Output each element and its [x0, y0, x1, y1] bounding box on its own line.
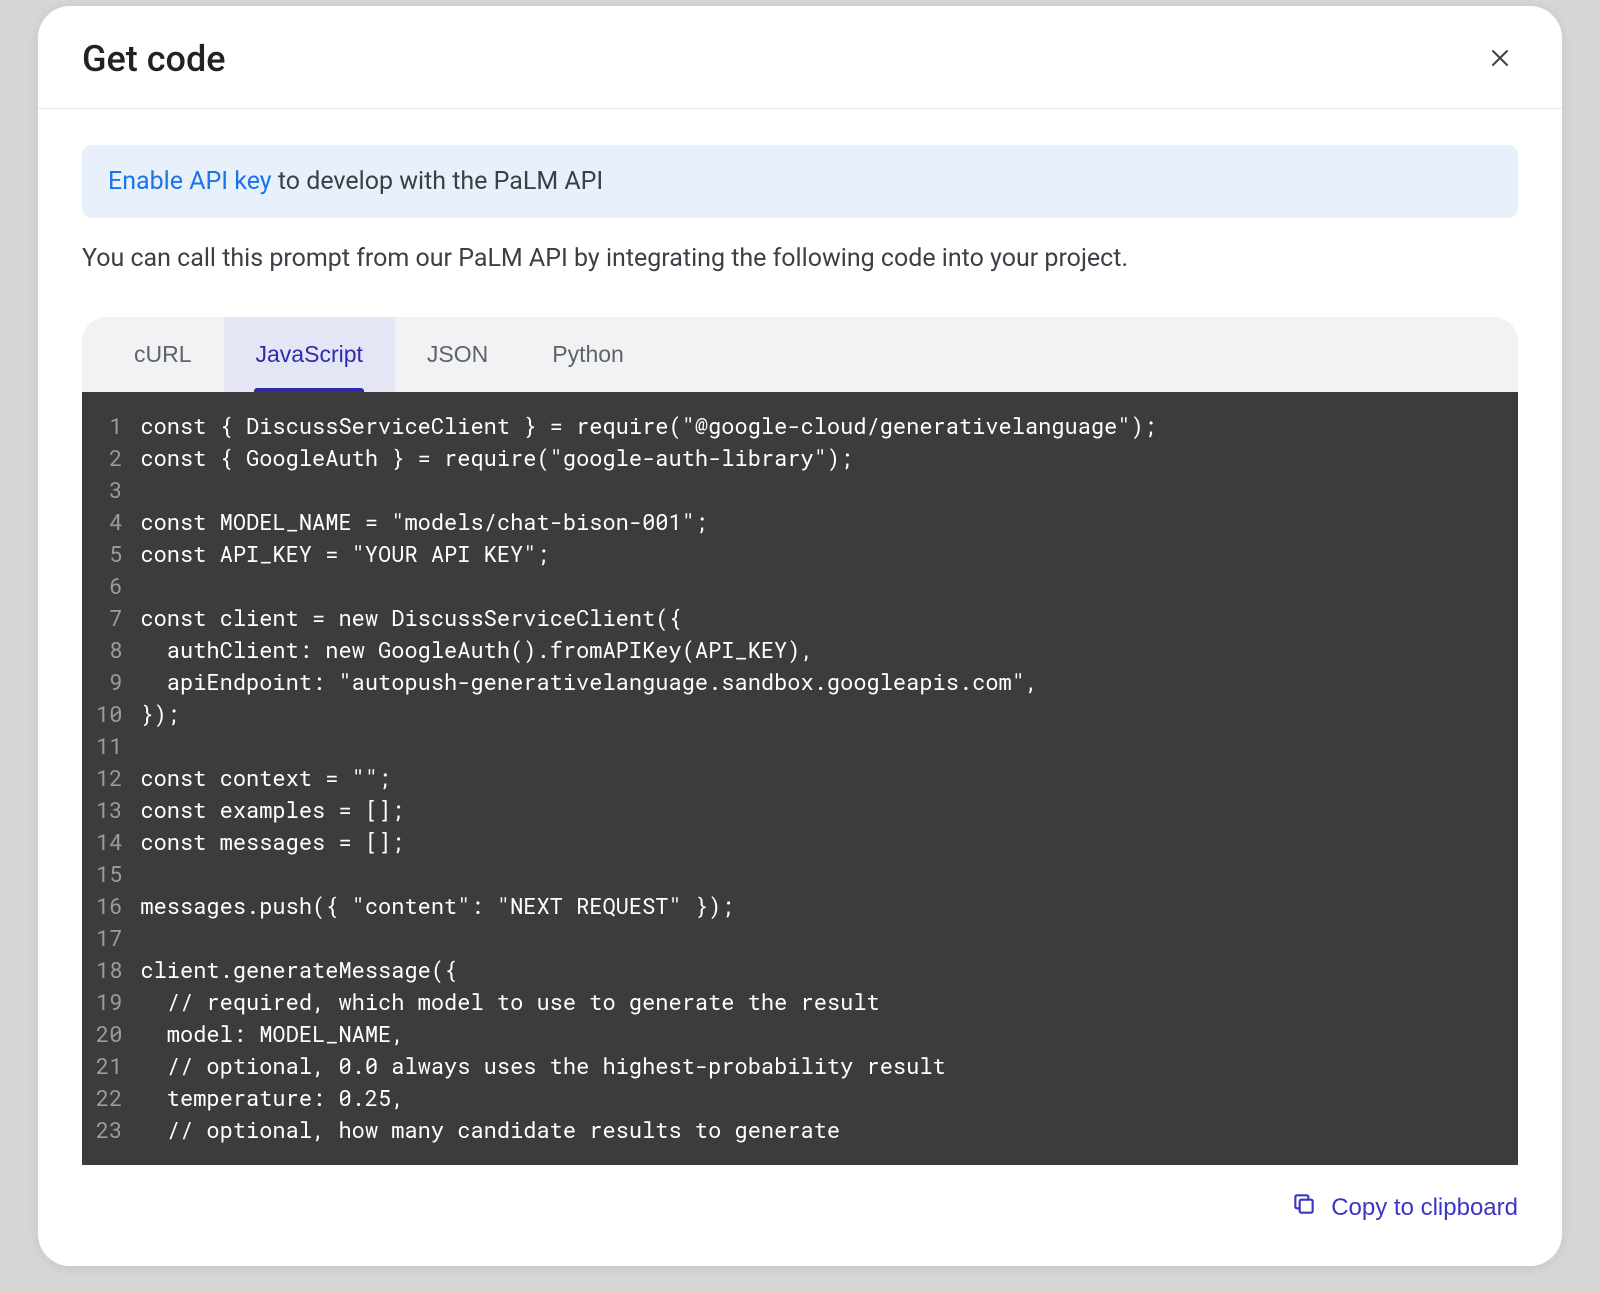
tab-python[interactable]: Python — [520, 317, 656, 392]
dialog-header: Get code — [38, 6, 1562, 109]
code-area[interactable]: 1 2 3 4 5 6 7 8 9 10 11 12 13 14 15 16 1… — [82, 392, 1518, 1165]
dialog-body: Enable API key to develop with the PaLM … — [38, 109, 1562, 1165]
enable-api-banner: Enable API key to develop with the PaLM … — [82, 145, 1518, 218]
close-button[interactable] — [1482, 40, 1518, 79]
tab-json[interactable]: JSON — [395, 317, 520, 392]
code-tabs: cURL JavaScript JSON Python — [82, 317, 1518, 392]
line-number-gutter: 1 2 3 4 5 6 7 8 9 10 11 12 13 14 15 16 1… — [82, 410, 140, 1151]
description-text: You can call this prompt from our PaLM A… — [82, 244, 1518, 273]
code-card: cURL JavaScript JSON Python 1 2 3 4 5 6 … — [82, 317, 1518, 1165]
dialog-title: Get code — [82, 38, 226, 80]
copy-icon — [1291, 1191, 1317, 1224]
copy-to-clipboard-button[interactable]: Copy to clipboard — [1291, 1191, 1518, 1224]
copy-label: Copy to clipboard — [1331, 1194, 1518, 1222]
close-icon — [1488, 46, 1512, 73]
tab-javascript[interactable]: JavaScript — [224, 317, 395, 392]
dialog-footer: Copy to clipboard — [38, 1165, 1562, 1266]
get-code-dialog: Get code Enable API key to develop with … — [38, 6, 1562, 1266]
code-content: const { DiscussServiceClient } = require… — [140, 410, 1177, 1151]
tab-curl[interactable]: cURL — [102, 317, 224, 392]
banner-text: to develop with the PaLM API — [272, 167, 604, 196]
enable-api-key-link[interactable]: Enable API key — [108, 167, 272, 196]
